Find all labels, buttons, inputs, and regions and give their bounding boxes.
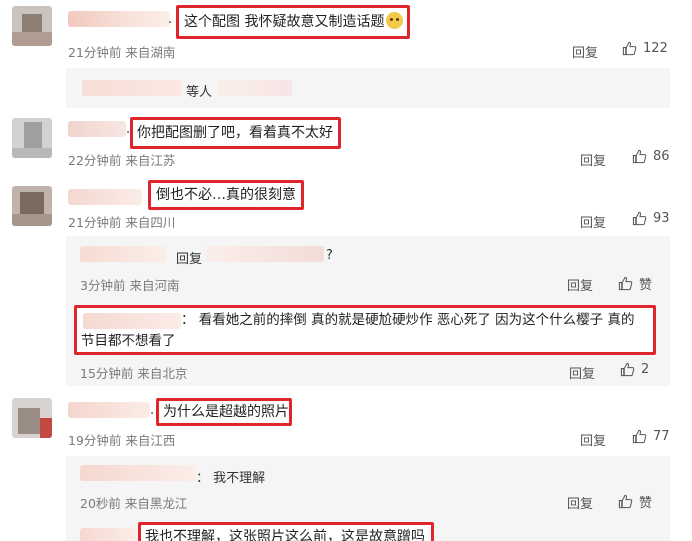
like-button[interactable]: 77 — [632, 429, 670, 444]
comment-meta: 20秒前 来自黑龙江 — [80, 496, 188, 511]
like-button[interactable]: 2 — [620, 362, 649, 377]
avatar[interactable] — [12, 186, 52, 226]
reply-suffix: ? — [326, 248, 333, 263]
highlighted-comment: 为什么是超越的照片 — [156, 398, 292, 426]
like-count: 77 — [653, 429, 670, 444]
thumbs-up-icon — [632, 149, 647, 164]
highlighted-comment: 倒也不必…真的很刻意 — [148, 180, 304, 210]
comment-meta: 21分钟前 来自四川 — [68, 215, 176, 230]
username-blurred[interactable] — [80, 528, 136, 541]
like-button[interactable]: 86 — [632, 149, 670, 164]
highlighted-comment: 这个配图 我怀疑故意又制造话题 — [176, 5, 410, 39]
comment-meta: 19分钟前 来自江西 — [68, 433, 176, 448]
thumbs-up-icon — [618, 494, 633, 509]
like-count: 2 — [641, 362, 650, 377]
like-button[interactable]: 赞 — [618, 492, 652, 511]
comment-text: 倒也不必…真的很刻意 — [156, 187, 296, 203]
username-blurred[interactable] — [68, 402, 150, 418]
comment-meta: 21分钟前 来自湖南 — [68, 45, 176, 60]
reply-button[interactable]: 回复 — [580, 430, 606, 449]
reply-button[interactable]: 回复 — [567, 493, 593, 512]
reply-button[interactable]: 回复 — [567, 275, 593, 294]
like-button[interactable]: 93 — [632, 211, 670, 226]
username-blurred[interactable] — [80, 465, 196, 481]
highlighted-comment: 你把配图删了吧，看着真不太好 — [130, 117, 341, 149]
like-count: 86 — [653, 149, 670, 164]
highlighted-reply: ： 看看她之前的摔倒 真的就是硬尬硬炒作 恶心死了 因为这个什么樱子 真的 节目… — [74, 305, 656, 355]
comment-meta: 22分钟前 来自江苏 — [68, 153, 176, 168]
like-label: 赞 — [639, 496, 653, 511]
reply-text-line2: 节目都不想看了 — [81, 333, 176, 349]
avatar[interactable] — [12, 6, 52, 46]
reply-text: ： 我不理解 — [196, 471, 266, 486]
highlighted-reply: 我也不理解，这张照片这么前，这是故意蹭吗 — [138, 522, 434, 541]
reply-prefix: 回复 — [176, 252, 203, 267]
username-blurred[interactable] — [83, 313, 181, 329]
username-blurred[interactable] — [206, 246, 324, 262]
thumbs-up-icon — [632, 429, 647, 444]
like-count: 93 — [653, 211, 670, 226]
reply-text: 等人 — [186, 85, 213, 100]
thumbs-up-icon — [618, 276, 633, 291]
thumbs-up-icon — [632, 211, 647, 226]
thumbs-up-icon — [622, 41, 637, 56]
comment-text: 这个配图 我怀疑故意又制造话题 — [184, 14, 385, 30]
username-blurred[interactable] — [68, 11, 170, 27]
reply-button[interactable]: 回复 — [580, 212, 606, 231]
like-button[interactable]: 122 — [622, 41, 668, 56]
punctuation: . — [150, 403, 155, 418]
comment-text: 为什么是超越的照片 — [163, 404, 289, 420]
like-button[interactable]: 赞 — [618, 274, 652, 293]
comment-meta: 15分钟前 来自北京 — [80, 366, 188, 381]
thumbs-up-icon — [620, 362, 635, 377]
username-blurred[interactable] — [218, 80, 292, 96]
dog-emoji-icon — [386, 12, 404, 29]
reply-button[interactable]: 回复 — [580, 150, 606, 169]
avatar[interactable] — [12, 398, 52, 438]
like-count: 122 — [643, 41, 668, 56]
comment-meta: 3分钟前 来自河南 — [80, 278, 180, 293]
reply-button[interactable]: 回复 — [572, 42, 598, 61]
punctuation: . — [168, 12, 173, 27]
like-label: 赞 — [639, 278, 653, 293]
username-blurred[interactable] — [68, 189, 142, 205]
username-blurred[interactable] — [80, 246, 166, 262]
avatar[interactable] — [12, 118, 52, 158]
reply-text: 我也不理解，这张照片这么前，这是故意蹭吗 — [145, 529, 425, 541]
username-blurred[interactable] — [82, 80, 182, 96]
reply-button[interactable]: 回复 — [569, 363, 595, 382]
comment-text: 你把配图删了吧，看着真不太好 — [137, 125, 333, 141]
reply-text-line1: ： 看看她之前的摔倒 真的就是硬尬硬炒作 恶心死了 因为这个什么樱子 真的 — [181, 312, 635, 328]
username-blurred[interactable] — [68, 121, 126, 137]
